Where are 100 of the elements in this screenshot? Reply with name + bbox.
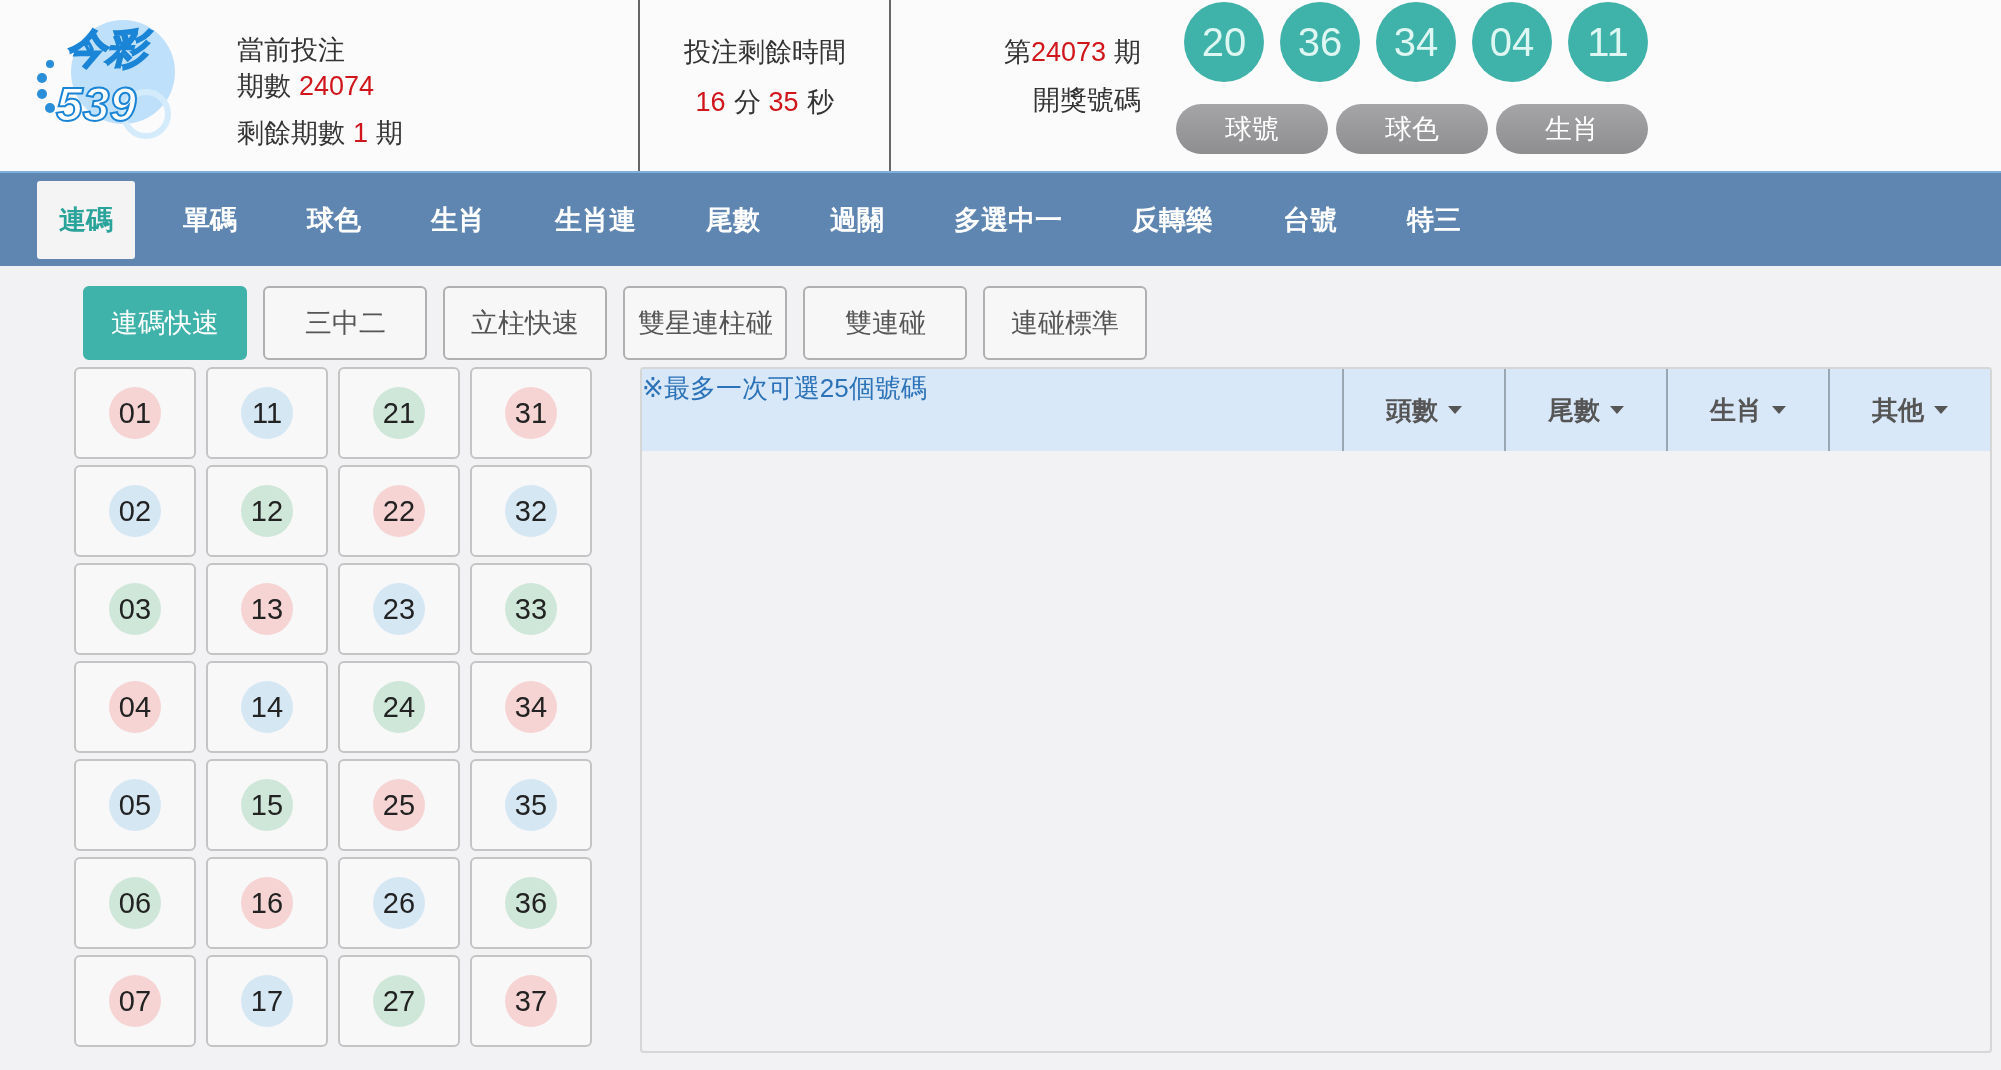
draw-numbers-label: 開獎號碼 [1033,84,1141,117]
number-cell[interactable]: 13 [206,563,328,655]
number-ball: 22 [373,485,425,537]
number-cell[interactable]: 25 [338,759,460,851]
number-cell[interactable]: 15 [206,759,328,851]
number-ball: 07 [109,975,161,1027]
countdown-title: 投注剩餘時間 [683,36,846,69]
number-ball: 34 [505,681,557,733]
sub-tab[interactable]: 雙星連柱碰 [623,286,787,360]
minutes-unit: 分 [733,86,761,119]
number-ball: 27 [373,975,425,1027]
number-cell[interactable]: 34 [470,661,592,753]
number-ball: 21 [373,387,425,439]
nav-tab[interactable]: 球色 [285,180,383,259]
logo-text: 539 [54,77,138,133]
selection-note: ※最多一次可選25個號碼 [642,372,928,405]
number-ball: 35 [505,779,557,831]
number-cell[interactable]: 05 [74,759,196,851]
nav-tab[interactable]: 生肖連 [533,180,658,259]
remaining-unit: 期 [376,116,404,150]
number-ball: 15 [241,779,293,831]
seconds-unit: 秒 [806,86,834,119]
period-label: 期數 [237,70,291,103]
number-ball: 11 [241,387,293,439]
number-ball: 12 [241,485,293,537]
number-ball: 13 [241,583,293,635]
number-ball: 32 [505,485,557,537]
number-ball: 02 [109,485,161,537]
nav-tab[interactable]: 尾數 [684,180,782,259]
number-cell[interactable]: 14 [206,661,328,753]
filter-dropdown[interactable]: 生肖 [1666,369,1828,451]
number-cell[interactable]: 17 [206,955,328,1047]
nav-tab[interactable]: 特三 [1385,180,1483,259]
number-cell[interactable]: 02 [74,465,196,557]
number-ball: 14 [241,681,293,733]
number-cell[interactable]: 01 [74,367,196,459]
caret-icon [1772,406,1786,414]
number-cell[interactable]: 33 [470,563,592,655]
current-bet-title: 當前投注 [237,34,346,67]
number-ball: 16 [241,877,293,929]
drawn-ball: 34 [1376,2,1456,82]
number-ball: 06 [109,877,161,929]
number-cell[interactable]: 37 [470,955,592,1047]
number-ball: 36 [505,877,557,929]
sub-tab[interactable]: 三中二 [263,286,427,360]
filter-dropdown[interactable]: 尾數 [1504,369,1666,451]
countdown-minutes: 16 [695,86,726,119]
nav-tab[interactable]: 過關 [808,180,906,259]
number-cell[interactable]: 22 [338,465,460,557]
caret-icon [1934,406,1948,414]
nav-tab[interactable]: 單碼 [161,180,259,259]
number-ball: 24 [373,681,425,733]
draw-period-prefix: 第 [1003,36,1031,69]
number-cell[interactable]: 03 [74,563,196,655]
sub-tab[interactable]: 連碰標準 [983,286,1147,360]
number-cell[interactable]: 36 [470,857,592,949]
number-ball: 33 [505,583,557,635]
draw-period-number: 24073 [1030,36,1106,69]
nav-tab[interactable]: 生肖 [409,180,507,259]
number-cell[interactable]: 31 [470,367,592,459]
nav-tab[interactable]: 多選中一 [932,180,1084,259]
number-cell[interactable]: 32 [470,465,592,557]
number-ball: 23 [373,583,425,635]
sub-tab[interactable]: 雙連碰 [803,286,967,360]
number-cell[interactable]: 11 [206,367,328,459]
countdown-seconds: 35 [768,86,799,119]
number-cell[interactable]: 27 [338,955,460,1047]
drawn-ball: 36 [1280,2,1360,82]
number-cell[interactable]: 06 [74,857,196,949]
number-cell[interactable]: 23 [338,563,460,655]
number-ball: 01 [109,387,161,439]
number-ball: 05 [109,779,161,831]
number-cell[interactable]: 26 [338,857,460,949]
period-number: 24074 [299,70,375,103]
nav-tab[interactable]: 反轉樂 [1110,180,1235,259]
drawn-ball: 11 [1568,2,1648,82]
logo-text: 今彩 [62,20,156,76]
remaining-count: 1 [353,116,369,150]
filter-dropdown[interactable]: 頭數 [1342,369,1504,451]
number-ball: 25 [373,779,425,831]
number-ball: 31 [505,387,557,439]
number-cell[interactable]: 12 [206,465,328,557]
draw-period-suffix: 期 [1114,36,1141,69]
nav-tab[interactable]: 台號 [1261,180,1359,259]
number-cell[interactable]: 21 [338,367,460,459]
drawn-ball: 04 [1472,2,1552,82]
filter-dropdown[interactable]: 其他 [1828,369,1990,451]
caret-icon [1610,406,1624,414]
number-cell[interactable]: 04 [74,661,196,753]
number-ball: 37 [505,975,557,1027]
number-ball: 03 [109,583,161,635]
remaining-label: 剩餘期數 [237,116,345,150]
number-cell[interactable]: 16 [206,857,328,949]
drawn-ball: 20 [1184,2,1264,82]
caret-icon [1448,406,1462,414]
number-cell[interactable]: 07 [74,955,196,1047]
sub-tab[interactable]: 立柱快速 [443,286,607,360]
number-ball: 17 [241,975,293,1027]
number-cell[interactable]: 35 [470,759,592,851]
number-cell[interactable]: 24 [338,661,460,753]
